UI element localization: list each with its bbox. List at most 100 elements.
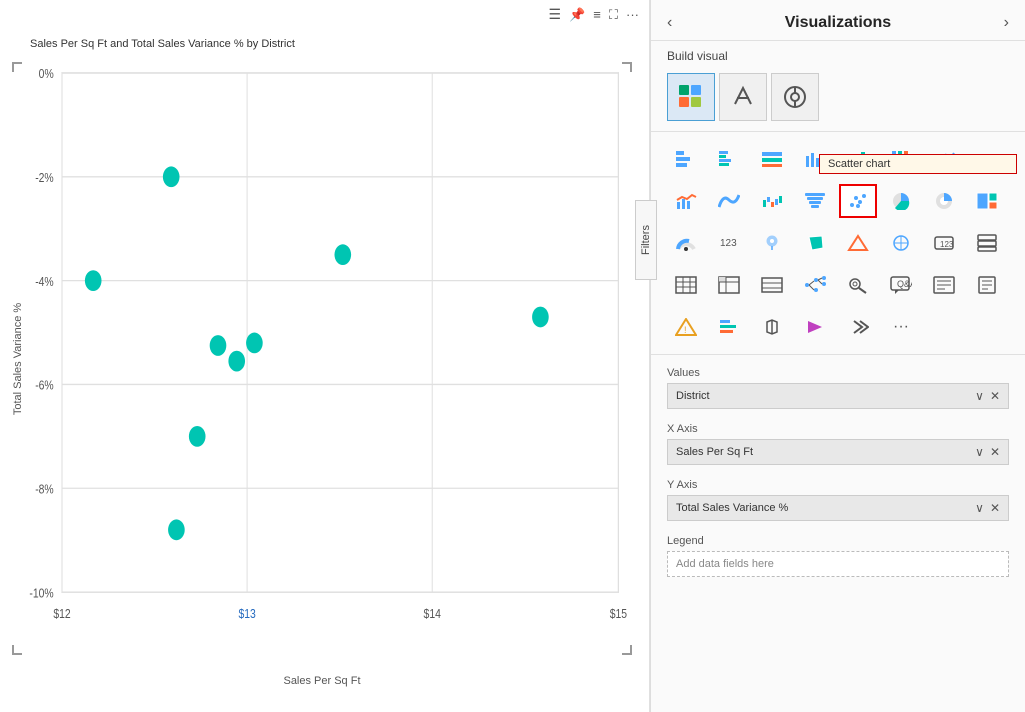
- smart-narrative-icon[interactable]: [925, 268, 963, 302]
- corner-tl: [12, 62, 22, 72]
- scatter-chart-svg: 0% -2% -4% -6% -8% -10% $12 $13 $14 $15: [10, 60, 634, 657]
- xaxis-label: X Axis: [667, 423, 1009, 435]
- legend-label: Legend: [667, 535, 1009, 547]
- xaxis-pill-controls: ∨ ✕: [975, 445, 1000, 459]
- values-section: Values District ∨ ✕: [651, 361, 1025, 417]
- corner-bl: [12, 645, 22, 655]
- filled-map-icon[interactable]: [796, 226, 834, 260]
- 100pct-stacked-column-icon[interactable]: [882, 142, 920, 176]
- values-pill: District ∨ ✕: [667, 383, 1009, 409]
- svg-text:Q&A: Q&A: [897, 279, 912, 289]
- chevron-right-icon[interactable]: [839, 310, 877, 344]
- values-chevron-icon[interactable]: ∨: [975, 389, 984, 403]
- pin-icon[interactable]: 📌: [569, 7, 585, 23]
- line-chart-vis-icon[interactable]: [925, 142, 963, 176]
- clustered-column-icon[interactable]: [796, 142, 834, 176]
- legend-placeholder[interactable]: Add data fields here: [667, 551, 1009, 577]
- ribbon-chart-icon[interactable]: [710, 184, 748, 218]
- build-visual-label: Build visual: [651, 41, 1025, 69]
- nav-left-arrow[interactable]: ‹: [667, 14, 672, 32]
- viz-icon-grid-1: [651, 138, 1025, 180]
- table-icon[interactable]: [667, 268, 705, 302]
- shape-map-icon[interactable]: [839, 226, 877, 260]
- svg-text:-4%: -4%: [35, 275, 54, 289]
- waterfall-chart-icon[interactable]: [753, 184, 791, 218]
- play-axis-icon[interactable]: [796, 310, 834, 344]
- smart-table-icon[interactable]: [753, 268, 791, 302]
- anomaly-detection-icon[interactable]: !: [667, 310, 705, 344]
- clustered-bar-icon[interactable]: [710, 142, 748, 176]
- analytics-panel-icon[interactable]: [771, 73, 819, 121]
- divider-2: [651, 354, 1025, 355]
- legend-section: Legend Add data fields here: [651, 529, 1025, 585]
- chart-panel: Filters ☰ 📌 ≡ ⛶ ··· Sales Per Sq Ft and …: [0, 0, 650, 712]
- pie-chart-vis-icon[interactable]: [882, 184, 920, 218]
- paginated-report-icon[interactable]: [968, 268, 1006, 302]
- main-icon-row: [651, 69, 1025, 125]
- scatter-chart-vis-icon[interactable]: [839, 184, 877, 218]
- fields-icon[interactable]: [667, 73, 715, 121]
- expand-icon[interactable]: ⛶: [609, 7, 618, 23]
- ellipsis-icon[interactable]: ···: [626, 7, 639, 22]
- yaxis-section: Y Axis Total Sales Variance % ∨ ✕: [651, 473, 1025, 529]
- svg-text:123: 123: [720, 238, 737, 249]
- xaxis-pill-text: Sales Per Sq Ft: [676, 446, 753, 458]
- qa-visual-icon[interactable]: Q&A: [882, 268, 920, 302]
- area-chart-vis-icon[interactable]: [968, 142, 1006, 176]
- yaxis-close-icon[interactable]: ✕: [990, 501, 1000, 515]
- chart-area: Total Sales Variance % 0% -2% -4% -6% -8…: [10, 60, 634, 657]
- azure-map-icon[interactable]: [882, 226, 920, 260]
- viz-panel: ‹ Visualizations › Build visual: [650, 0, 1025, 712]
- yaxis-pill-text: Total Sales Variance %: [676, 502, 788, 514]
- svg-text:123: 123: [940, 240, 954, 249]
- svg-text:$12: $12: [53, 607, 70, 621]
- bar-race-chart-icon[interactable]: [710, 310, 748, 344]
- multirow-card-icon[interactable]: [968, 226, 1006, 260]
- 100pct-stacked-bar-icon[interactable]: [753, 142, 791, 176]
- nav-right-arrow[interactable]: ›: [1004, 14, 1009, 32]
- values-label: Values: [667, 367, 1009, 379]
- map-icon[interactable]: [753, 226, 791, 260]
- svg-text:-8%: -8%: [35, 482, 54, 496]
- filters-tab[interactable]: Filters: [635, 200, 657, 280]
- svg-text:-2%: -2%: [35, 171, 54, 185]
- x-axis-label: Sales Per Sq Ft: [283, 675, 360, 687]
- yaxis-pill-controls: ∨ ✕: [975, 501, 1000, 515]
- values-pill-controls: ∨ ✕: [975, 389, 1000, 403]
- filter-icon[interactable]: ≡: [593, 7, 601, 22]
- more-visuals-btn[interactable]: ···: [882, 310, 920, 344]
- viz-icon-grid-2: [651, 180, 1025, 222]
- divider-1: [651, 131, 1025, 132]
- kpi-icon[interactable]: 123: [710, 226, 748, 260]
- svg-text:$14: $14: [424, 607, 442, 621]
- viz-panel-header: ‹ Visualizations ›: [651, 0, 1025, 41]
- stacked-column-icon[interactable]: [839, 142, 877, 176]
- format-icon[interactable]: [719, 73, 767, 121]
- svg-text:!: !: [684, 325, 687, 335]
- icon-map-icon[interactable]: [753, 310, 791, 344]
- key-influencers-icon[interactable]: [839, 268, 877, 302]
- corner-tr: [622, 62, 632, 72]
- matrix-icon[interactable]: [710, 268, 748, 302]
- xaxis-close-icon[interactable]: ✕: [990, 445, 1000, 459]
- values-close-icon[interactable]: ✕: [990, 389, 1000, 403]
- svg-text:$15: $15: [610, 607, 628, 621]
- gauge-icon[interactable]: [667, 226, 705, 260]
- line-column-combo-icon[interactable]: [667, 184, 705, 218]
- treemap-icon[interactable]: [968, 184, 1006, 218]
- svg-text:$13: $13: [238, 607, 256, 621]
- decomp-tree-vis-icon[interactable]: [796, 268, 834, 302]
- xaxis-chevron-icon[interactable]: ∨: [975, 445, 984, 459]
- card-icon[interactable]: 123: [925, 226, 963, 260]
- yaxis-chevron-icon[interactable]: ∨: [975, 501, 984, 515]
- yaxis-label: Y Axis: [667, 479, 1009, 491]
- xaxis-pill: Sales Per Sq Ft ∨ ✕: [667, 439, 1009, 465]
- chart-title: Sales Per Sq Ft and Total Sales Variance…: [30, 38, 295, 50]
- funnel-chart-icon[interactable]: [796, 184, 834, 218]
- svg-text:-6%: -6%: [35, 379, 54, 393]
- stacked-bar-chart-icon[interactable]: [667, 142, 705, 176]
- more-lines-icon[interactable]: ☰: [549, 6, 562, 23]
- svg-text:-10%: -10%: [29, 586, 54, 600]
- donut-chart-icon[interactable]: [925, 184, 963, 218]
- viz-icon-grid-5: ! ···: [651, 306, 1025, 348]
